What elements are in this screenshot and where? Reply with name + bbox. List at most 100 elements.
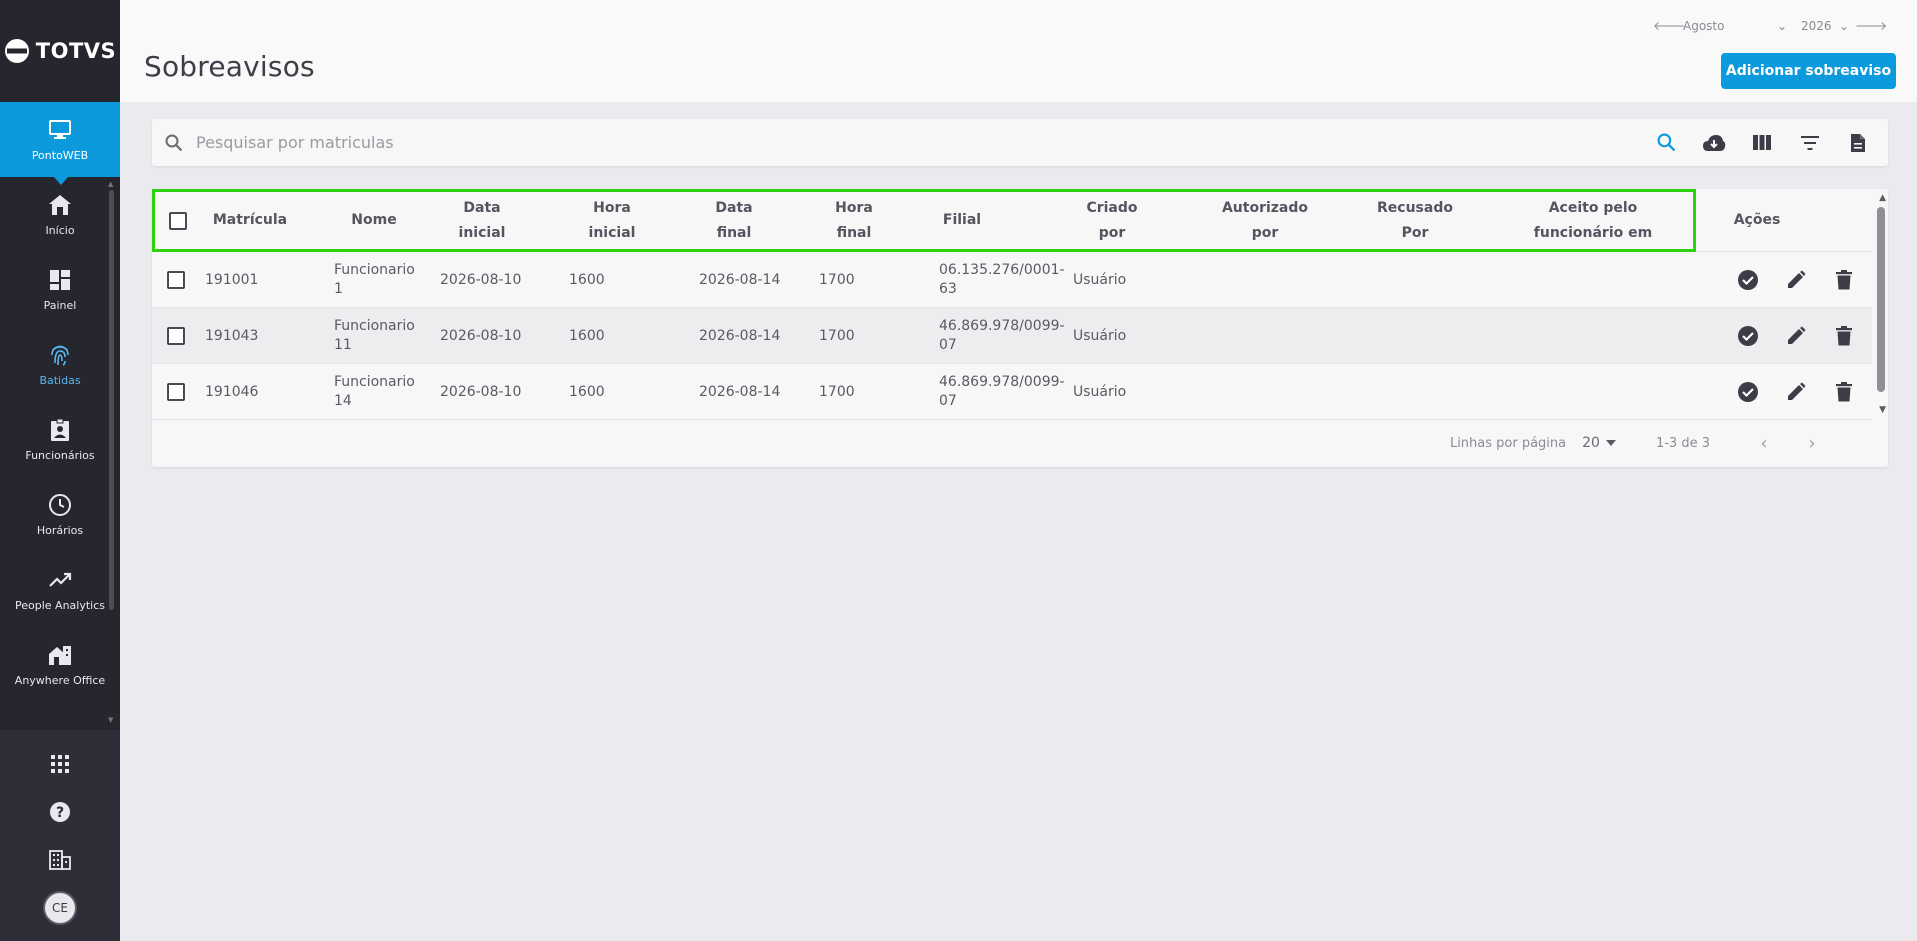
row-checkbox[interactable] xyxy=(167,327,185,345)
add-sobreaviso-button[interactable]: Adicionar sobreaviso xyxy=(1721,53,1896,89)
sidebar-item-label: Painel xyxy=(43,299,77,312)
select-all-checkbox[interactable] xyxy=(169,211,187,230)
period-selector: 🡐 Agosto ⌄ 2026 ⌄ 🡒 xyxy=(1653,18,1887,34)
cell-criado-por: Usuário xyxy=(1073,271,1127,288)
cell-matricula: 191043 xyxy=(205,327,259,344)
fingerprint-icon xyxy=(47,342,73,368)
search-submit-icon[interactable] xyxy=(1642,123,1690,163)
sidebar-scrollbar[interactable] xyxy=(109,190,114,610)
avatar[interactable]: CE xyxy=(43,891,77,925)
next-period-arrow-icon[interactable]: 🡒 xyxy=(1855,18,1887,33)
document-report-icon[interactable] xyxy=(1834,123,1882,163)
chevron-down-icon: ⌄ xyxy=(1776,18,1787,33)
delete-trash-icon[interactable] xyxy=(1828,308,1860,364)
approve-check-icon[interactable] xyxy=(1732,364,1764,420)
table-scroll-up[interactable]: ▲ xyxy=(1879,193,1886,203)
sidebar-scroll-up[interactable]: ▲ xyxy=(108,180,113,188)
table-scrollbar[interactable] xyxy=(1877,207,1885,392)
delete-trash-icon[interactable] xyxy=(1828,252,1860,308)
search-icon xyxy=(152,134,196,152)
row-checkbox[interactable] xyxy=(167,383,185,401)
help-icon[interactable]: ? xyxy=(0,788,120,836)
cell-criado-por: Usuário xyxy=(1073,383,1127,400)
month-select[interactable]: Agosto ⌄ xyxy=(1675,19,1795,33)
column-header-hora-final[interactable]: Hora final xyxy=(802,189,906,252)
chevron-down-icon: ⌄ xyxy=(1838,18,1849,33)
totvs-logo[interactable]: TOTVS xyxy=(0,0,120,102)
cell-filial: 46.869.978/0099- 07 xyxy=(939,318,1065,353)
user-avatar-container: CE xyxy=(0,884,120,932)
edit-pencil-icon[interactable] xyxy=(1780,364,1812,420)
svg-text:?: ? xyxy=(56,805,64,821)
search-bar xyxy=(152,119,1888,166)
table-scroll-down[interactable]: ▼ xyxy=(1879,405,1886,415)
sidebar-item-label: Anywhere Office xyxy=(14,674,106,687)
rows-per-page-select[interactable]: 20 xyxy=(1582,435,1616,451)
column-header-matricula[interactable]: Matrícula xyxy=(200,189,300,252)
column-header-data-inicial[interactable]: Data inicial xyxy=(430,189,534,252)
next-page-icon[interactable]: › xyxy=(1788,433,1836,454)
sidebar-scroll-down[interactable]: ▼ xyxy=(108,716,113,724)
column-header-autorizado-por[interactable]: Autorizado por xyxy=(1200,189,1330,252)
cell-filial: 06.135.276/0001- 63 xyxy=(939,262,1065,297)
row-checkbox-cell xyxy=(167,252,185,308)
row-checkbox-cell xyxy=(167,364,185,420)
sidebar-item-people-analytics[interactable]: People Analytics xyxy=(0,552,120,627)
sidebar-footer: ? CE xyxy=(0,730,120,941)
sidebar-item-label: Horários xyxy=(36,524,84,537)
sidebar-item-inicio[interactable]: Início xyxy=(0,177,120,252)
column-header-hora-inicial[interactable]: Hora inicial xyxy=(560,189,664,252)
sidebar-item-horarios[interactable]: Horários xyxy=(0,477,120,552)
edit-pencil-icon[interactable] xyxy=(1780,308,1812,364)
row-checkbox-cell xyxy=(167,308,185,364)
column-header-criado-por[interactable]: Criado por xyxy=(1060,189,1164,252)
badge-icon xyxy=(47,417,73,443)
approve-check-icon[interactable] xyxy=(1732,308,1764,364)
filter-icon[interactable] xyxy=(1786,123,1834,163)
edit-pencil-icon[interactable] xyxy=(1780,252,1812,308)
sidebar: TOTVS PontoWEB Início Painel Batidas Fun… xyxy=(0,0,120,941)
sidebar-item-funcionarios[interactable]: Funcionários xyxy=(0,402,120,477)
cell-nome: Funcionario 14 xyxy=(334,374,415,409)
cell-data-final: 2026-08-14 xyxy=(699,383,781,400)
row-checkbox[interactable] xyxy=(167,271,185,289)
sidebar-item-label: Funcionários xyxy=(25,449,95,462)
year-select[interactable]: 2026 ⌄ xyxy=(1795,19,1855,33)
rows-per-page-label: Linhas por página xyxy=(1449,435,1567,451)
year-value: 2026 xyxy=(1801,18,1832,33)
cell-nome: Funcionario 11 xyxy=(334,318,415,353)
column-header-data-final[interactable]: Data final xyxy=(682,189,786,252)
sobreavisos-table: Matrícula Nome Data inicial Hora inicial D… xyxy=(152,189,1888,467)
sidebar-item-anywhere-office[interactable]: Anywhere Office xyxy=(0,627,120,702)
cell-matricula: 191046 xyxy=(205,383,259,400)
column-header-recusado-por[interactable]: Recusado Por xyxy=(1360,189,1470,252)
cell-data-inicial: 2026-08-10 xyxy=(440,327,522,344)
search-input[interactable] xyxy=(196,133,1642,152)
sidebar-item-painel[interactable]: Painel xyxy=(0,252,120,327)
apps-grid-icon[interactable] xyxy=(0,740,120,788)
page-range: 1-3 de 3 xyxy=(1655,435,1710,451)
sidebar-item-label: Início xyxy=(45,224,75,237)
cell-hora-inicial: 1600 xyxy=(569,271,605,288)
logo-text: TOTVS xyxy=(35,39,117,63)
cell-hora-final: 1700 xyxy=(819,383,855,400)
table-row[interactable]: 191046 Funcionario 14 2026-08-10 1600 202… xyxy=(152,364,1872,420)
sidebar-item-batidas[interactable]: Batidas xyxy=(0,327,120,402)
previous-page-icon[interactable]: ‹ xyxy=(1740,433,1788,454)
company-building-icon[interactable] xyxy=(0,836,120,884)
cell-filial: 46.869.978/0099- 07 xyxy=(939,374,1065,409)
column-header-filial[interactable]: Filial xyxy=(910,189,1014,252)
previous-period-arrow-icon[interactable]: 🡐 xyxy=(1653,18,1685,33)
cell-data-inicial: 2026-08-10 xyxy=(440,383,522,400)
approve-check-icon[interactable] xyxy=(1732,252,1764,308)
table-row[interactable]: 191001 Funcionario 1 2026-08-10 1600 202… xyxy=(152,252,1872,308)
table-row[interactable]: 191043 Funcionario 11 2026-08-10 1600 202… xyxy=(152,308,1872,364)
columns-icon[interactable] xyxy=(1738,123,1786,163)
delete-trash-icon[interactable] xyxy=(1828,364,1860,420)
column-header-nome[interactable]: Nome xyxy=(324,189,424,252)
pagination: Linhas por página 20 1-3 de 3 ‹ › xyxy=(152,419,1888,467)
sidebar-item-pontoweb[interactable]: PontoWEB xyxy=(0,102,120,185)
cloud-download-icon[interactable] xyxy=(1690,123,1738,163)
cell-data-final: 2026-08-14 xyxy=(699,327,781,344)
column-header-aceito-pelo-funcionario[interactable]: Aceito pelo funcionário em xyxy=(1508,189,1678,252)
